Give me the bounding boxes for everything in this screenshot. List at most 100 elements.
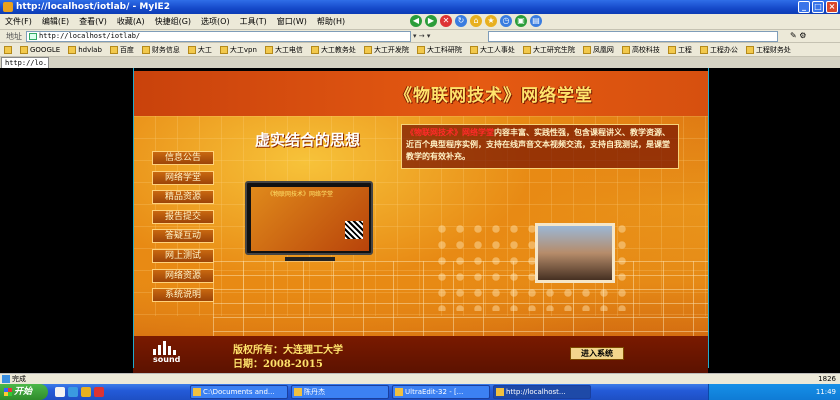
fav-item[interactable]: 大工人事处: [466, 45, 519, 55]
folder-icon: [582, 45, 591, 54]
stop-icon[interactable]: ✕: [440, 15, 452, 27]
fav-item[interactable]: 大工开发院: [360, 45, 413, 55]
main-nav: 信息公告 网络学堂 精品资源 报告提交 答疑互动 网上测试 网络资源 系统说明: [152, 151, 216, 308]
fav-item[interactable]: 大工电信: [261, 45, 307, 55]
fav-item[interactable]: hdvlab: [64, 45, 106, 54]
menu-view[interactable]: 查看(V): [74, 16, 112, 27]
menu-edit[interactable]: 编辑(E): [37, 16, 74, 27]
nav-online-test[interactable]: 网上测试: [152, 248, 214, 263]
frame-line-left: [133, 68, 134, 368]
folder-icon: [68, 45, 77, 54]
browser-app-icon: [3, 2, 13, 12]
fav-item[interactable]: 大工研究生院: [519, 45, 579, 55]
nav-qa[interactable]: 答疑互动: [152, 229, 214, 244]
status-right: 1826: [818, 375, 836, 383]
nav-premium-resources[interactable]: 精品资源: [152, 190, 214, 205]
windows-logo-icon: [4, 388, 12, 396]
folder-icon: [363, 45, 372, 54]
nav-system-help[interactable]: 系统说明: [152, 288, 214, 303]
page-icon: [29, 33, 37, 40]
task-ultraedit[interactable]: UltraEdit-32 - [...: [392, 385, 490, 399]
search-input[interactable]: [488, 31, 778, 42]
done-icon: [2, 375, 10, 383]
window-titlebar: http://localhost/iotlab/ - MyIE2 _ □ ×: [0, 0, 840, 14]
nav-announcements[interactable]: 信息公告: [152, 151, 214, 165]
qr-code-icon: [345, 221, 363, 239]
close-button[interactable]: ×: [826, 1, 838, 13]
sound-logo: sound: [153, 341, 185, 367]
folder-icon[interactable]: [81, 387, 91, 397]
monitor-screen: 《物联网技术》网络学堂: [251, 187, 369, 251]
perspective-floor: [213, 261, 708, 341]
folder-icon: [109, 45, 118, 54]
tab-active[interactable]: http://lo...: [1, 57, 49, 68]
task-browser[interactable]: http://localhost...: [493, 385, 591, 399]
print-icon[interactable]: ▤: [530, 15, 542, 27]
new-window-icon[interactable]: ▣: [515, 15, 527, 27]
quick-launch: [55, 387, 104, 397]
search-go-icon[interactable]: ✎ ⚙: [790, 31, 806, 40]
nav-web-resources[interactable]: 网络资源: [152, 268, 214, 283]
back-icon[interactable]: ◀: [410, 15, 422, 27]
menu-window[interactable]: 窗口(W): [272, 16, 312, 27]
menu-favorites[interactable]: 收藏(A): [112, 16, 150, 27]
folder-icon: [416, 45, 425, 54]
people-photo: [538, 226, 612, 280]
address-bar: 地址 http://localhost/iotlab/ ▾ → ▾ ✎ ⚙: [0, 30, 840, 43]
menu-file[interactable]: 文件(F): [0, 16, 37, 27]
menu-options[interactable]: 选项(O): [196, 16, 235, 27]
fav-item[interactable]: 工程办公: [696, 45, 742, 55]
ie-icon[interactable]: [68, 387, 78, 397]
minimize-button[interactable]: _: [798, 1, 810, 13]
start-button[interactable]: 开始: [0, 384, 48, 400]
nav-online-class[interactable]: 网络学堂: [152, 170, 214, 185]
fav-item[interactable]: 财务信息: [138, 45, 184, 55]
status-bar: 完成 1826: [0, 373, 840, 384]
home-icon[interactable]: ⌂: [470, 15, 482, 27]
fav-item[interactable]: 工程: [664, 45, 696, 55]
clock[interactable]: 11:49: [816, 388, 836, 396]
fav-item[interactable]: 大工: [184, 45, 216, 55]
fav-item[interactable]: 凤凰网: [579, 45, 618, 55]
folder-icon: [20, 45, 28, 54]
fav-item[interactable]: 工程财务处: [742, 45, 795, 55]
folder-icon: [699, 45, 708, 54]
fav-item[interactable]: 百度: [106, 45, 138, 55]
editor-icon: [395, 388, 403, 396]
address-url: http://localhost/iotlab/: [39, 32, 141, 40]
menu-tools[interactable]: 工具(T): [235, 16, 272, 27]
maximize-button[interactable]: □: [812, 1, 824, 13]
task-user[interactable]: 陈丹杰: [291, 385, 389, 399]
history-icon[interactable]: ◷: [500, 15, 512, 27]
task-explorer[interactable]: C:\Documents and...: [190, 385, 288, 399]
fav-item[interactable]: 大工科研院: [413, 45, 466, 55]
menu-bar: 文件(F) 编辑(E) 查看(V) 收藏(A) 快捷组(G) 选项(O) 工具(…: [0, 14, 840, 30]
folder-icon: [193, 388, 201, 396]
system-tray: 11:49: [708, 384, 840, 400]
site-banner: 《物联网技术》网络学堂 虚实结合的思想 《物联网技术》网络学堂内容丰富、实践性强…: [133, 71, 708, 373]
tab-strip: http://lo...: [0, 57, 840, 68]
address-input[interactable]: http://localhost/iotlab/: [26, 31, 411, 42]
folder-icon: [469, 45, 478, 54]
fav-item[interactable]: 大工教务处: [307, 45, 360, 55]
app-icon[interactable]: [94, 387, 104, 397]
go-arrows[interactable]: ▾ → ▾: [413, 32, 430, 40]
favorites-menu-icon[interactable]: [0, 45, 16, 54]
enter-system-button[interactable]: 进入系统: [570, 347, 624, 360]
star-icon[interactable]: ★: [485, 15, 497, 27]
nav-report-submit[interactable]: 报告提交: [152, 209, 214, 224]
monitor-stand: [285, 257, 335, 261]
folder-icon: [745, 45, 754, 54]
menu-help[interactable]: 帮助(H): [312, 16, 350, 27]
folder-icon: [522, 45, 531, 54]
description-box: 《物联网技术》网络学堂内容丰富、实践性强，包含课程讲义、教学资源、近百个典型程序…: [401, 124, 679, 169]
fav-item[interactable]: 高校科技: [618, 45, 664, 55]
slogan: 虚实结合的思想: [255, 131, 361, 149]
menu-groups[interactable]: 快捷组(G): [150, 16, 196, 27]
fav-item[interactable]: 大工vpn: [216, 45, 261, 55]
refresh-icon[interactable]: ↻: [455, 15, 467, 27]
photo-illustration: [535, 223, 615, 283]
fav-item[interactable]: GOOGLE: [16, 45, 64, 54]
forward-icon[interactable]: ▶: [425, 15, 437, 27]
desktop-icon[interactable]: [55, 387, 65, 397]
